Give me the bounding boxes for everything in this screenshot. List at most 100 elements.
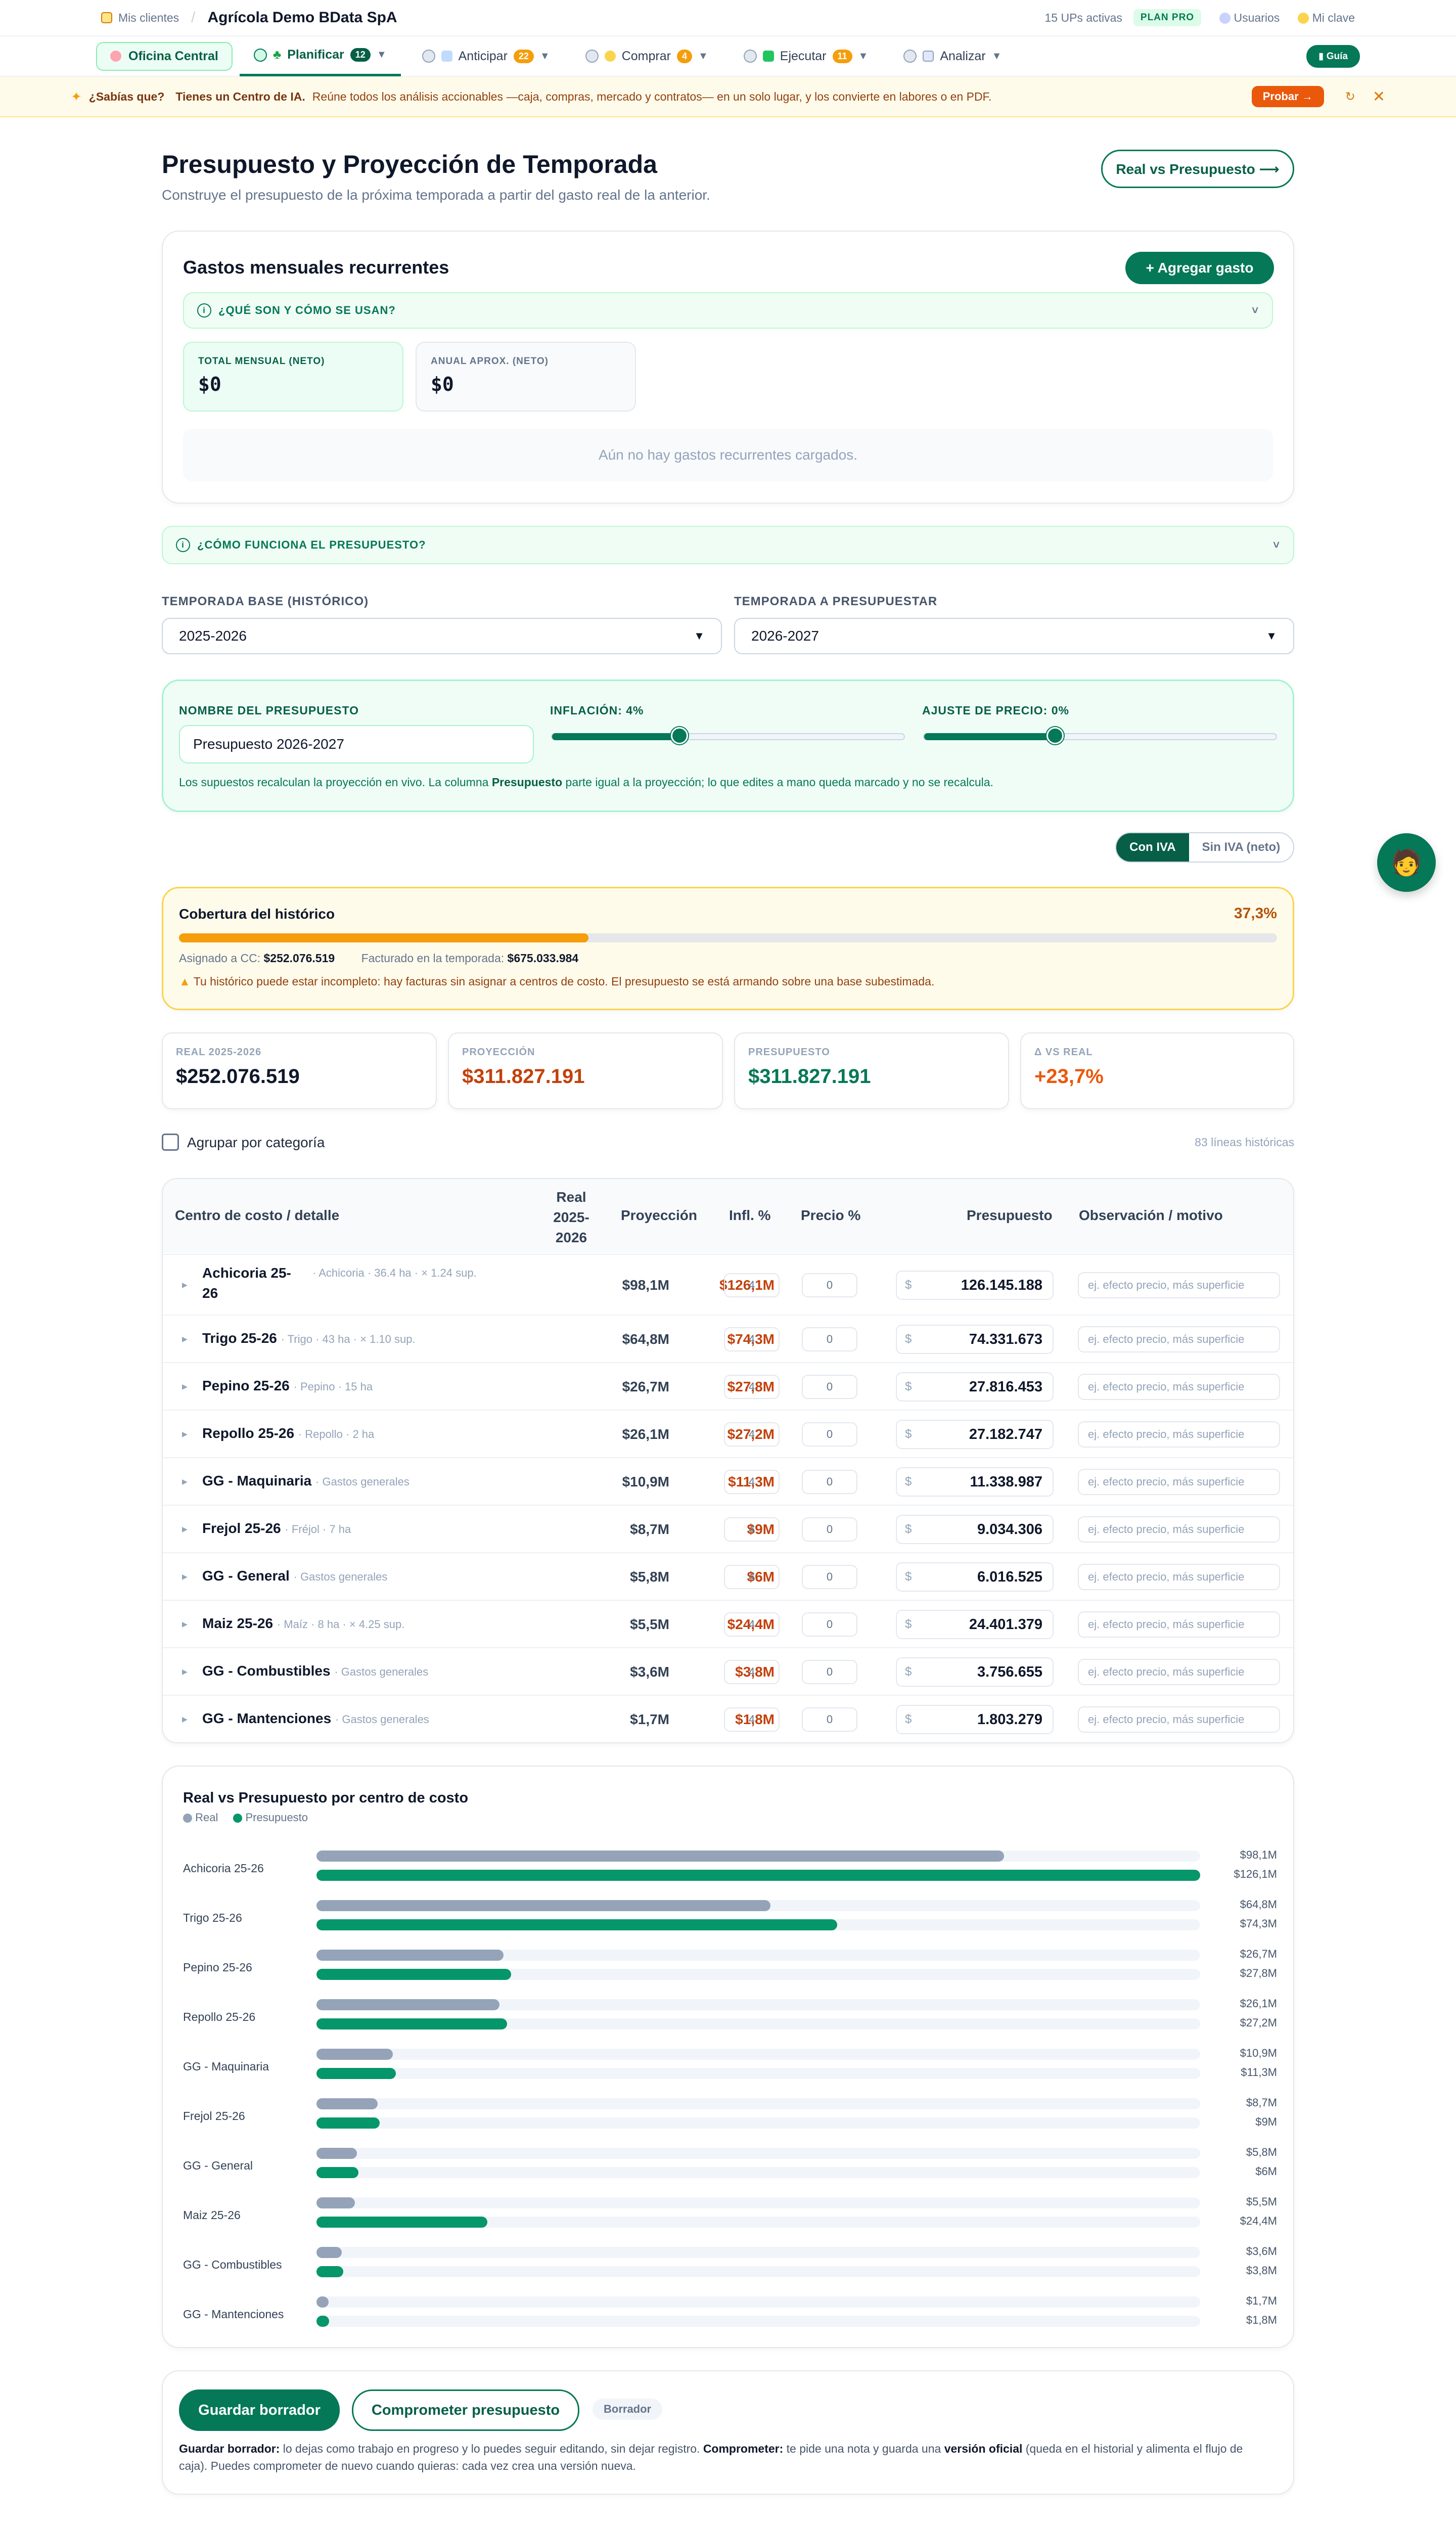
cost-center-name: Repollo 25-26 · Repollo · 2 ha: [202, 1425, 657, 1441]
banner-lead: ¿Sabías que?: [88, 89, 165, 103]
expand-icon[interactable]: ▶: [182, 1430, 188, 1438]
add-expense-button[interactable]: + Agregar gasto: [1125, 252, 1274, 284]
save-draft-button[interactable]: Guardar borrador: [179, 2389, 340, 2431]
row-inflation-input[interactable]: 4: [724, 1707, 780, 1732]
tab-comprar[interactable]: Comprar 4 ▼: [571, 36, 722, 76]
cost-center-name: Frejol 25-26 · Fréjol · 7 ha: [202, 1520, 657, 1537]
banner-try-button[interactable]: Probar →: [1251, 86, 1324, 107]
row-observation-input[interactable]: ej. efecto precio, más superficie: [1078, 1272, 1280, 1298]
table-row: ▶ GG - Mantenciones · Gastos generales $1,…: [163, 1695, 1293, 1742]
inflation-slider[interactable]: [551, 727, 905, 744]
expand-icon[interactable]: ▶: [182, 1667, 188, 1676]
row-budget-input[interactable]: $27.816.453: [896, 1372, 1054, 1402]
row-budget-input[interactable]: $1.803.279: [896, 1705, 1054, 1734]
what-are-they-help[interactable]: i ¿QUÉ SON Y CÓMO SE USAN? ˅: [183, 292, 1273, 329]
group-by-category-checkbox[interactable]: [162, 1134, 179, 1151]
chart-bar-budget: [316, 2316, 329, 2327]
row-inflation-input[interactable]: 4: [724, 1517, 780, 1542]
row-price-input[interactable]: 0: [802, 1565, 857, 1589]
expand-icon[interactable]: ▶: [182, 1382, 188, 1391]
row-budget-input[interactable]: $126.145.188: [896, 1271, 1054, 1300]
back-to-clients-link[interactable]: Mis clientes: [101, 11, 179, 25]
expand-icon[interactable]: ▶: [182, 1335, 188, 1343]
help-label: ¿CÓMO FUNCIONA EL PRESUPUESTO?: [197, 538, 426, 551]
row-real: $10,9M: [622, 1474, 669, 1490]
without-iva-option[interactable]: Sin IVA (neto): [1189, 833, 1294, 862]
row-inflation-input[interactable]: 4: [724, 1422, 780, 1447]
row-price-input[interactable]: 0: [802, 1375, 857, 1399]
budget-name-input[interactable]: Presupuesto 2026-2027: [179, 725, 534, 763]
users-link[interactable]: Usuarios: [1219, 11, 1280, 25]
row-inflation-input[interactable]: 4: [724, 1612, 780, 1637]
tab-analizar[interactable]: Analizar ▼: [889, 36, 1016, 76]
close-icon[interactable]: ✕: [1373, 88, 1385, 106]
price-adjust-slider[interactable]: [923, 727, 1277, 744]
banner-text: Reúne todos los análisis accionables —ca…: [312, 89, 992, 103]
row-price-input[interactable]: 0: [802, 1517, 857, 1542]
with-iva-option[interactable]: Con IVA: [1116, 833, 1189, 862]
how-it-works-help[interactable]: i ¿CÓMO FUNCIONA EL PRESUPUESTO? ˅: [162, 526, 1294, 564]
refresh-icon[interactable]: ↻: [1345, 89, 1355, 104]
row-price-input[interactable]: 0: [802, 1470, 857, 1494]
row-observation-input[interactable]: ej. efecto precio, más superficie: [1078, 1516, 1280, 1543]
row-observation-input[interactable]: ej. efecto precio, más superficie: [1078, 1659, 1280, 1685]
slider-handle[interactable]: [671, 727, 688, 744]
row-budget-input[interactable]: $9.034.306: [896, 1515, 1054, 1544]
row-inflation-input[interactable]: 4: [724, 1327, 780, 1351]
row-observation-input[interactable]: ej. efecto precio, más superficie: [1078, 1469, 1280, 1495]
real-vs-budget-button[interactable]: Real vs Presupuesto ⟶: [1101, 150, 1294, 188]
row-budget-input[interactable]: $6.016.525: [896, 1562, 1054, 1592]
tab-ejecutar[interactable]: Ejecutar 11 ▼: [730, 36, 883, 76]
monthly-total-value: $0: [198, 373, 221, 395]
row-price-input[interactable]: 0: [802, 1612, 857, 1637]
row-budget-value: 24.401.379: [969, 1616, 1042, 1633]
note-part: Los supuestos recalculan la proyección e…: [179, 776, 492, 789]
row-observation-input[interactable]: ej. efecto precio, más superficie: [1078, 1374, 1280, 1400]
row-budget-input[interactable]: $24.401.379: [896, 1610, 1054, 1639]
row-observation-input[interactable]: ej. efecto precio, más superficie: [1078, 1706, 1280, 1733]
chart-bar-budget: [316, 1919, 837, 1930]
row-price-input[interactable]: 0: [802, 1660, 857, 1684]
row-inflation-input[interactable]: 4: [724, 1470, 780, 1494]
chart-bar-track: [316, 1950, 1200, 1961]
slider-handle[interactable]: [1046, 727, 1064, 744]
iva-toggle[interactable]: Con IVA Sin IVA (neto): [1115, 832, 1295, 863]
row-observation-input[interactable]: ej. efecto precio, más superficie: [1078, 1611, 1280, 1638]
col-real-line: Real: [556, 1189, 586, 1205]
chart-bar-real: [316, 2148, 357, 2159]
expand-icon[interactable]: ▶: [182, 1525, 188, 1533]
commit-budget-button[interactable]: Comprometer presupuesto: [352, 2389, 579, 2431]
tab-planificar[interactable]: ♣ Planificar 12 ▼: [239, 36, 401, 76]
expand-icon[interactable]: ▶: [182, 1477, 188, 1486]
base-season-select[interactable]: 2025-2026 ▼: [162, 618, 722, 654]
expand-icon[interactable]: ▶: [182, 1281, 188, 1289]
row-real: $5,5M: [630, 1616, 669, 1632]
tab-anticipar[interactable]: Anticipar 22 ▼: [408, 36, 564, 76]
row-budget-input[interactable]: $27.182.747: [896, 1420, 1054, 1449]
col-budget: Presupuesto: [967, 1207, 1053, 1223]
row-budget-input[interactable]: $74.331.673: [896, 1325, 1054, 1354]
row-price-input[interactable]: 0: [802, 1273, 857, 1297]
guide-button[interactable]: ▮ Guía: [1306, 44, 1360, 68]
row-observation-input[interactable]: ej. efecto precio, más superficie: [1078, 1421, 1280, 1448]
row-inflation-input[interactable]: 4: [724, 1660, 780, 1684]
row-inflation-input[interactable]: 4: [724, 1375, 780, 1399]
expand-icon[interactable]: ▶: [182, 1620, 188, 1629]
row-inflation-input[interactable]: 4: [724, 1273, 780, 1297]
row-budget-input[interactable]: $3.756.655: [896, 1657, 1054, 1687]
kpi-label: Δ VS REAL: [1034, 1047, 1093, 1058]
my-key-link[interactable]: Mi clave: [1298, 11, 1355, 25]
row-observation-input[interactable]: ej. efecto precio, más superficie: [1078, 1564, 1280, 1590]
row-price-input[interactable]: 0: [802, 1327, 857, 1351]
expand-icon[interactable]: ▶: [182, 1572, 188, 1581]
target-season-select[interactable]: 2026-2027 ▼: [734, 618, 1294, 654]
row-price-input[interactable]: 0: [802, 1422, 857, 1447]
row-inflation-input[interactable]: 4: [724, 1565, 780, 1589]
chart-bar-track: [316, 2117, 1200, 2129]
nav-home-button[interactable]: Oficina Central: [96, 41, 233, 71]
expand-icon[interactable]: ▶: [182, 1715, 188, 1724]
row-budget-input[interactable]: $11.338.987: [896, 1467, 1054, 1497]
row-observation-input[interactable]: ej. efecto precio, más superficie: [1078, 1326, 1280, 1352]
assistant-fab[interactable]: 🧑: [1377, 833, 1436, 892]
row-price-input[interactable]: 0: [802, 1707, 857, 1732]
